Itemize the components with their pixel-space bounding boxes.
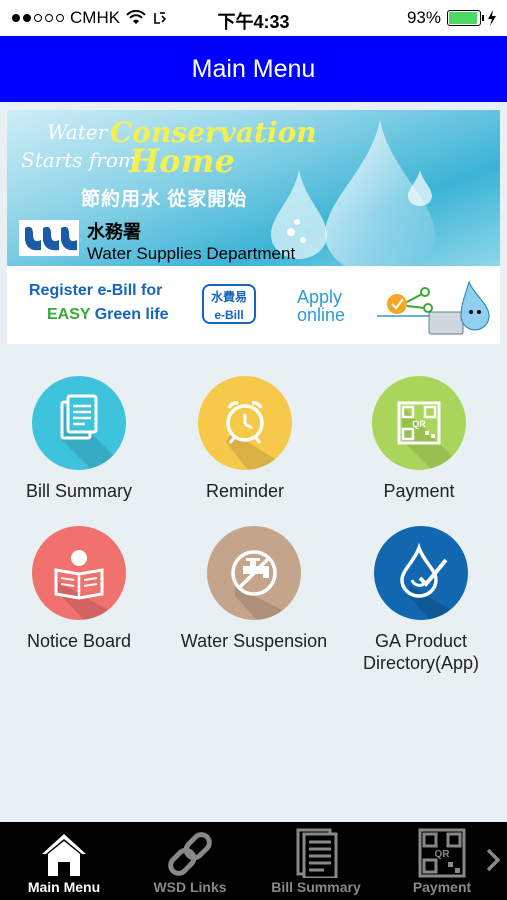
- apply-line2: online: [297, 305, 346, 325]
- tab-bill-summary[interactable]: Bill Summary: [256, 822, 376, 900]
- apply-line1: Apply: [297, 287, 343, 307]
- svg-text:QR: QR: [435, 849, 451, 860]
- menu-label: Payment: [383, 481, 455, 501]
- no-water-tap-icon: [207, 526, 301, 620]
- link-icon: [168, 832, 212, 876]
- menu-notice-board[interactable]: Notice Board: [4, 526, 154, 652]
- menu-label: Bill Summary: [25, 481, 132, 501]
- banner-dept-chinese: 水務署: [87, 222, 141, 242]
- wsd-logo-icon: [19, 220, 79, 256]
- menu-label-line1: GA Product: [374, 631, 468, 651]
- tab-label: WSD Links: [153, 879, 227, 895]
- document-icon: [296, 828, 338, 878]
- menu-label: Water Suspension: [180, 631, 328, 651]
- banner-dept-english: Water Supplies Department: [87, 244, 296, 263]
- water-fee-ebill: e-Bill: [214, 308, 244, 322]
- water-drop-graphic: [325, 120, 435, 266]
- promo-banner[interactable]: Water Conservation Starts from Home 節約用水…: [7, 110, 500, 266]
- tab-label: Main Menu: [27, 879, 101, 895]
- qr-code-icon: QR: [372, 376, 466, 470]
- menu-water-suspension[interactable]: Water Suspension: [166, 526, 342, 652]
- water-drop-check-icon: [374, 526, 468, 620]
- menu-label-line2: Directory(App): [362, 653, 480, 673]
- status-bar: CMHK 下午4:33 93%: [0, 0, 507, 36]
- bottom-tab-bar: Main Menu WSD Links Bill Summary QR Paym…: [0, 822, 507, 900]
- ebill-easy-text: EASY: [47, 306, 91, 323]
- tab-label: Bill Summary: [271, 879, 361, 895]
- tab-main-menu[interactable]: Main Menu: [4, 822, 124, 900]
- water-fee-chinese: 水費易: [210, 290, 247, 304]
- menu-payment[interactable]: QR Payment: [344, 376, 494, 502]
- tab-label: Payment: [412, 879, 472, 895]
- alarm-clock-icon: [198, 376, 292, 470]
- reader-icon: [32, 526, 126, 620]
- ebill-green-life-text: EASY Green life: [47, 306, 169, 324]
- banner-chinese-slogan: 節約用水 從家開始: [81, 189, 248, 210]
- ebill-green-life-suffix: Green life: [90, 306, 169, 323]
- tab-payment[interactable]: QR Payment: [382, 822, 502, 900]
- banner-home-text: Home: [129, 142, 235, 180]
- status-right: 93%: [407, 8, 497, 28]
- charging-icon: [488, 10, 496, 26]
- battery-icon: [447, 10, 484, 26]
- ebill-register-text: Register e-Bill for: [29, 282, 163, 299]
- home-icon: [42, 834, 86, 876]
- battery-percent: 93%: [406, 8, 441, 27]
- menu-reminder[interactable]: Reminder: [170, 376, 320, 502]
- tab-wsd-links[interactable]: WSD Links: [130, 822, 250, 900]
- svg-text:QR: QR: [412, 419, 426, 429]
- page-title: Main Menu: [191, 55, 316, 83]
- menu-label: GA Product Directory(App): [336, 630, 506, 674]
- menu-label: Notice Board: [26, 631, 132, 651]
- bill-icon: [32, 376, 126, 470]
- qr-code-icon: QR: [418, 828, 466, 878]
- ebill-banner[interactable]: Register e-Bill for EASY Green life 水費易 …: [7, 266, 500, 344]
- chevron-right-icon[interactable]: [485, 848, 501, 872]
- banner-starts-from-text: Starts from: [21, 148, 137, 172]
- app-header: Main Menu: [0, 36, 507, 102]
- menu-label: Reminder: [205, 481, 285, 501]
- mascot-computer-graphic: [377, 280, 490, 335]
- menu-ga-product-directory[interactable]: GA Product Directory(App): [336, 526, 506, 674]
- banner-water-text: Water: [47, 120, 108, 144]
- apply-online-text: Apply online: [297, 288, 345, 324]
- menu-bill-summary[interactable]: Bill Summary: [4, 376, 154, 502]
- water-fee-ebill-logo: 水費易 e-Bill: [202, 284, 256, 324]
